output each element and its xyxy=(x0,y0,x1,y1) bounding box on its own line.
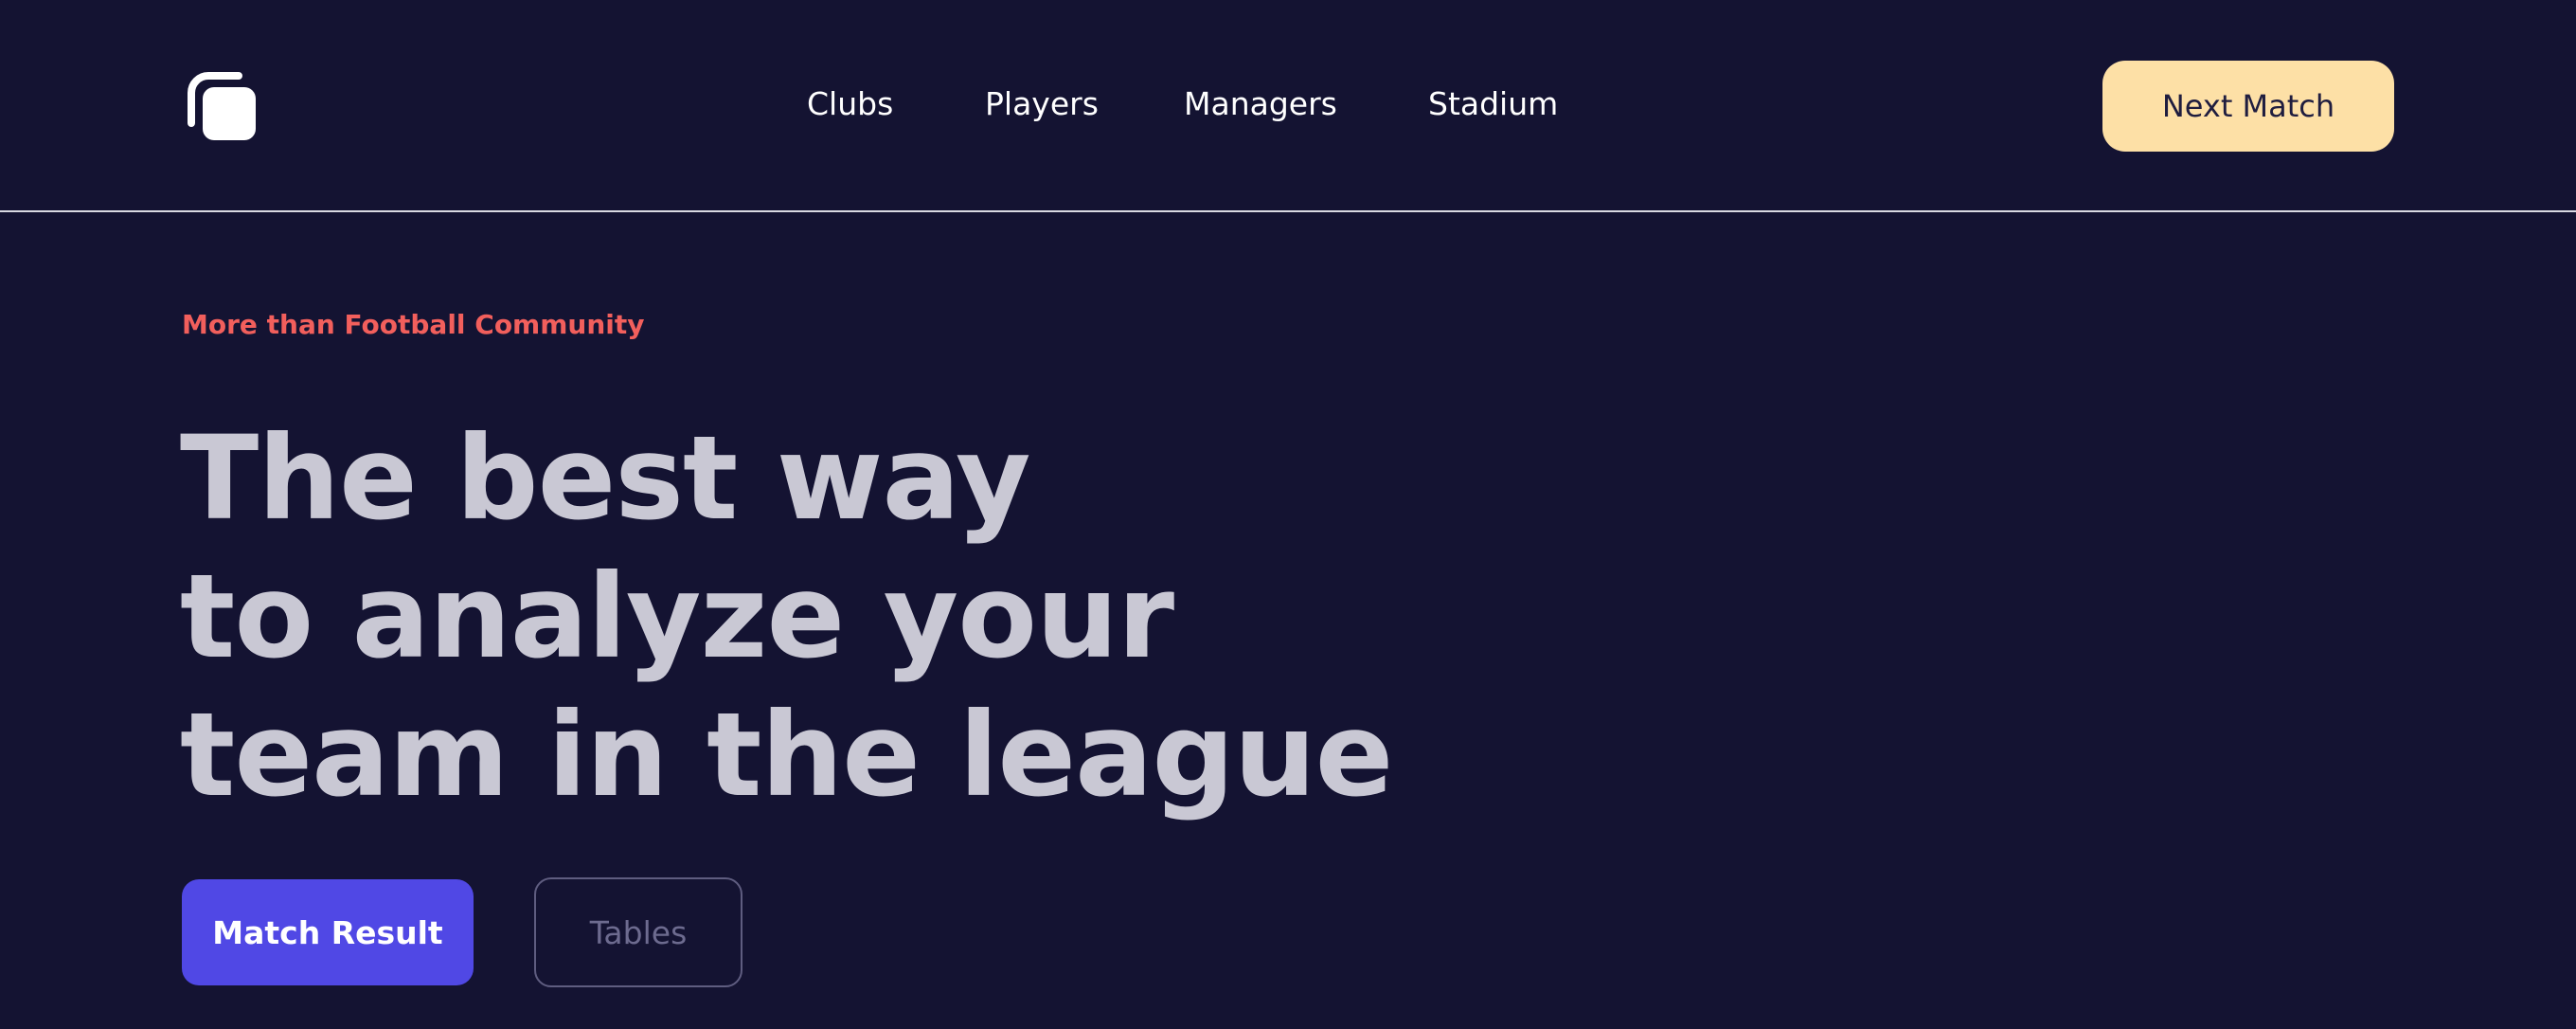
nav-item-clubs[interactable]: Clubs xyxy=(807,85,893,123)
hero-title-line-3: team in the league xyxy=(180,688,1393,822)
next-match-button[interactable]: Next Match xyxy=(2102,61,2394,152)
nav-item-managers[interactable]: Managers xyxy=(1184,85,1337,123)
site-header: Clubs Players Managers Stadium Next Matc… xyxy=(0,0,2576,212)
hero-title-line-1: The best way xyxy=(180,411,1031,546)
nav-item-stadium[interactable]: Stadium xyxy=(1428,85,1558,123)
nav-item-players[interactable]: Players xyxy=(985,85,1099,123)
tables-button[interactable]: Tables xyxy=(534,877,742,987)
match-result-button[interactable]: Match Result xyxy=(182,879,474,985)
hero-title: The best way to analyze your team in the… xyxy=(180,409,1506,824)
hero-title-line-2: to analyze your xyxy=(180,550,1174,684)
hero-eyebrow: More than Football Community xyxy=(182,309,645,340)
page: Clubs Players Managers Stadium Next Matc… xyxy=(0,0,2576,1029)
